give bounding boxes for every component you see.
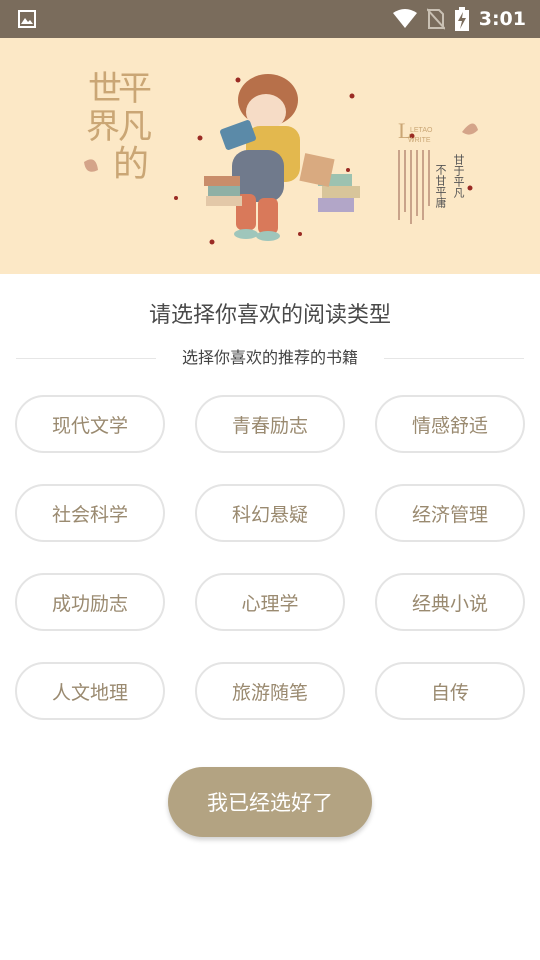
banner-left-char-1: 世	[88, 71, 122, 108]
banner-logo-text: LETAO	[410, 127, 433, 134]
banner-illustration: 世 平 界 凡 的 L LETAO WRITE 不甘平庸 甘于平凡	[0, 38, 540, 274]
banner-left-char-5: 的	[113, 144, 149, 184]
wifi-icon	[392, 9, 417, 28]
category-button-autobiography[interactable]: 自传	[375, 662, 525, 720]
category-button-humanities-geography[interactable]: 人文地理	[15, 662, 165, 720]
gallery-icon	[18, 10, 36, 28]
category-button-social-science[interactable]: 社会科学	[15, 484, 165, 542]
banner-vertical-text-1: 甘于平凡	[452, 154, 465, 199]
banner-left-char-3: 界	[86, 109, 120, 146]
category-button-success-motivation[interactable]: 成功励志	[15, 573, 165, 631]
banner-left-char-2: 平	[118, 71, 152, 108]
banner-vertical-text-2: 不甘平庸	[434, 164, 447, 209]
category-button-youth-inspiration[interactable]: 青春励志	[195, 395, 345, 453]
leaf-icon	[84, 159, 98, 172]
category-button-scifi-mystery[interactable]: 科幻悬疑	[195, 484, 345, 542]
banner-left-char-4: 凡	[118, 109, 152, 146]
category-button-psychology[interactable]: 心理学	[195, 573, 345, 631]
battery-charging-icon	[454, 7, 469, 31]
no-sim-icon	[426, 8, 445, 30]
banner-art: 世 平 界 凡 的 L LETAO WRITE 不甘平庸 甘于平凡	[84, 71, 478, 245]
confirm-selection-button[interactable]: 我已经选好了	[168, 767, 372, 837]
category-button-classic-novels[interactable]: 经典小说	[375, 573, 525, 631]
category-button-modern-literature[interactable]: 现代文学	[15, 395, 165, 453]
clock-time: 3:01	[478, 8, 526, 30]
category-button-emotion-comfort[interactable]: 情感舒适	[375, 395, 525, 453]
page-title: 请选择你喜欢的阅读类型	[148, 303, 391, 328]
status-bar: 3:01	[0, 0, 540, 38]
banner-small-print	[398, 150, 430, 224]
category-button-economics-management[interactable]: 经济管理	[375, 484, 525, 542]
category-button-travel-essays[interactable]: 旅游随笔	[195, 662, 345, 720]
divider-right	[384, 358, 524, 359]
banner-logo-sub: WRITE	[408, 137, 431, 144]
subtitle-row: 选择你喜欢的推荐的书籍	[16, 347, 524, 369]
leaf-icon-right	[462, 123, 478, 135]
girl-reading-figure	[204, 74, 360, 241]
